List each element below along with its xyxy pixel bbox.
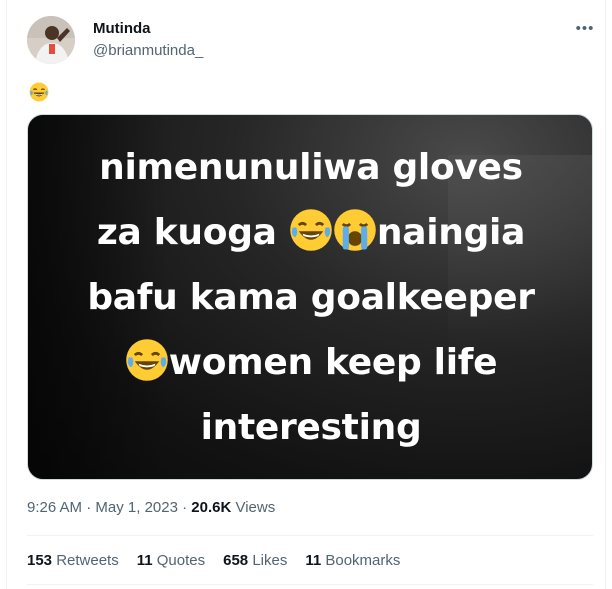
caption-line-4-text: women keep life [168,342,498,383]
tweet-card: Mutinda @brianmutinda_ ••• 😂 nimenunuliw… [6,0,606,589]
retweets-stat[interactable]: 153 Retweets [27,552,119,569]
tweet-media-image[interactable]: nimenunuliwa gloves za kuoga naingia baf… [27,114,593,480]
meta-separator: · [177,499,192,516]
tweet-date[interactable]: May 1, 2023 [95,499,178,516]
display-name[interactable]: Mutinda [93,20,151,37]
quotes-stat[interactable]: 11 Quotes [137,552,205,569]
likes-stat[interactable]: 658 Likes [223,552,287,569]
face-with-tears-of-joy-icon [29,82,49,102]
quotes-count: 11 [136,552,153,569]
media-caption: nimenunuliwa gloves za kuoga naingia baf… [28,135,592,460]
username-handle[interactable]: @brianmutinda_ [93,42,203,59]
avatar-image [27,16,75,64]
caption-line-1: nimenunuliwa gloves [99,147,523,188]
tweet-stats: 153 Retweets 11 Quotes 658 Likes 11 Book… [27,552,400,569]
caption-line-4: women keep life [28,330,592,395]
face-with-tears-of-joy-icon [125,339,168,381]
caption-line-5: interesting [200,407,422,448]
likes-count: 658 [223,552,249,569]
loudly-crying-face-icon [334,209,376,251]
views-count: 20.6K [191,499,232,516]
retweets-label: Retweets [52,552,119,569]
divider [27,535,593,536]
bookmarks-count: 11 [305,552,322,569]
tweet-meta: 9:26 AM · May 1, 2023 · 20.6K Views [27,499,275,516]
caption-line-3: bafu kama goalkeeper [87,277,535,318]
views-label: Views [231,499,276,516]
bookmarks-stat[interactable]: 11 Bookmarks [305,552,400,569]
caption-line-2: za kuoga naingia [28,200,592,265]
retweets-count: 153 [27,552,53,569]
quotes-label: Quotes [152,552,206,569]
meta-separator: · [82,499,96,516]
bookmarks-label: Bookmarks [321,552,401,569]
avatar[interactable] [27,16,75,64]
caption-line-2-text: za kuoga [96,212,277,253]
face-with-tears-of-joy-icon [290,209,332,251]
caption-line-2-tail: naingia [376,212,526,253]
tweet-text: 😂 [29,82,49,108]
more-options-icon[interactable]: ••• [573,18,597,38]
divider [27,584,593,585]
tweet-time[interactable]: 9:26 AM [27,499,82,516]
likes-label: Likes [248,552,288,569]
